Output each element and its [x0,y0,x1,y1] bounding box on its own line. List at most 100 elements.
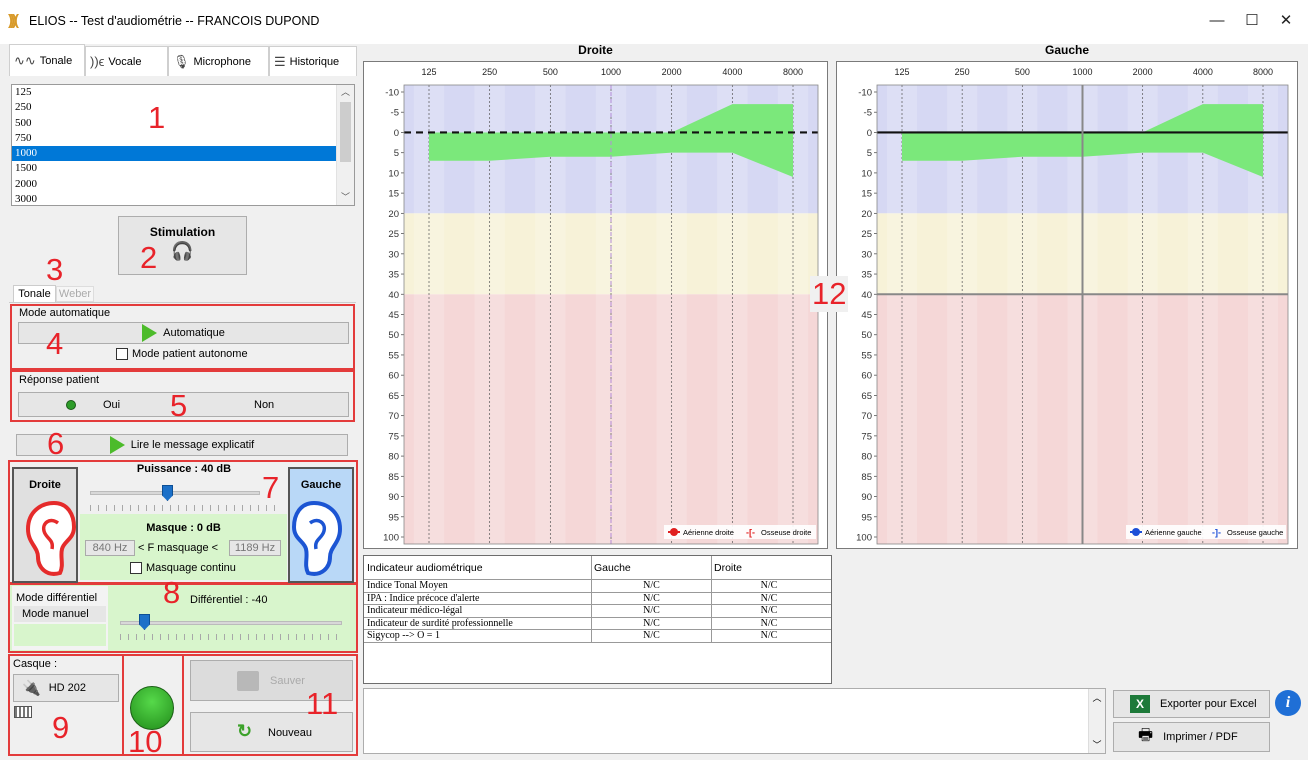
masque-high-field[interactable]: 1189 Hz [229,540,281,556]
y-tick-label: 25 [861,229,872,240]
patient-autonome-checkbox[interactable]: Mode patient autonome [116,348,248,360]
checkbox-label: Mode patient autonome [132,348,248,360]
close-button[interactable]: ✕ [1275,10,1297,32]
frequency-list-item[interactable]: 500 [12,116,354,131]
casque-model: HD 202 [48,682,86,694]
audiogram-droite-svg[interactable]: -10 -5 0 5 10 15 20 25 30 35 40 45 50 55 60 65 70 75 80 85 9… [364,62,827,548]
automatique-button[interactable]: Automatique [18,322,349,344]
y-tick-label: 75 [388,431,399,442]
y-tick-label: 10 [861,168,872,179]
keyboard-icon[interactable] [14,706,32,718]
checkbox-box[interactable] [130,562,142,574]
y-tick-label: 5 [867,148,872,159]
subtab-weber[interactable]: Weber [56,286,94,302]
listbox-scrollbar[interactable]: ︿ ﹀ [336,85,354,205]
y-tick-label: 45 [861,310,872,321]
frequency-list-item[interactable]: 750 [12,131,354,146]
actions-group: Sauver ↻ Nouveau 11 [182,654,358,756]
callout-12: 12 [810,276,849,312]
scroll-up-icon[interactable]: ︿ [337,85,354,98]
differentiel-ticks [120,634,342,640]
x-tick-label: 4000 [1193,67,1213,77]
gauche-ear-button[interactable]: Gauche [288,467,354,583]
notes-scrollbar[interactable]: ︿ ﹀ [1088,689,1105,753]
play-icon [142,324,158,343]
tab-microphone[interactable]: 🎙 Microphone [168,46,269,76]
mode-list-area [14,624,106,646]
audiogram-gauche-svg[interactable]: -10 -5 0 5 10 15 20 25 30 35 40 45 50 55 60 65 70 75 80 85 9… [837,62,1297,548]
scroll-thumb[interactable] [340,102,351,162]
masquage-continu-checkbox[interactable]: Masquage continu [130,562,236,574]
export-excel-button[interactable]: X Exporter pour Excel [1113,690,1270,718]
lire-message-button[interactable]: Lire le message explicatif [16,434,348,456]
printer-icon: 🖶 [1138,726,1154,744]
non-button[interactable]: Non [254,399,274,411]
callout-3: 3 [46,252,64,287]
table-cell: N/C [711,630,826,643]
table-header: Indicateur audiométrique Gauche Droite [364,556,831,580]
right-ear-icon [25,500,77,576]
checkbox-box[interactable] [116,348,128,360]
subtab-tonale[interactable]: Tonale [13,285,56,302]
stimulation-button[interactable]: Stimulation 🎧 [118,216,247,275]
droite-ear-button[interactable]: Droite [12,467,78,583]
x-tick-label: 250 [955,67,970,77]
print-pdf-button[interactable]: 🖶 Imprimer / PDF [1113,722,1270,752]
y-tick-label: -10 [385,88,399,99]
x-tick-label: 8000 [783,67,803,77]
x-tick-label: 2000 [662,67,682,77]
y-tick-label: 90 [861,492,872,503]
differentiel-slider-track[interactable] [120,621,342,625]
table-cell: Indice Tonal Moyen [367,580,448,591]
chart-gauche[interactable]: -10 -5 0 5 10 15 20 25 30 35 40 45 50 55 60 65 70 75 80 85 9… [836,61,1298,549]
list-icon: ☰ [274,53,286,69]
frequency-list-item[interactable]: 3000 [12,192,354,205]
tab-historique[interactable]: ☰ Historique [269,46,357,76]
tab-tonale[interactable]: ∿∿ Tonale [9,44,85,76]
y-tick-label: 15 [861,189,872,200]
tab-label: Historique [289,55,340,68]
frequency-list-item[interactable]: 125 [12,85,354,100]
callout-1: 1 [148,100,166,135]
callout-8: 8 [163,575,181,610]
table-cell: Sigycop --> O = 1 [367,630,440,642]
masque-low-field[interactable]: 840 Hz [85,540,135,556]
gauche-label: Gauche [300,479,342,491]
y-tick-label: 35 [861,270,872,281]
y-tick-label: 40 [861,290,872,301]
frequency-list-item[interactable]: 250 [12,100,354,115]
print-pdf-label: Imprimer / PDF [1163,731,1238,743]
chart-droite[interactable]: -10 -5 0 5 10 15 20 25 30 35 40 45 50 55 60 65 70 75 80 85 9… [363,61,828,549]
speech-icon: ))ϵ [90,54,105,69]
y-tick-label: 80 [388,452,399,463]
frequency-list-item[interactable]: 1500 [12,161,354,176]
scroll-up-icon[interactable]: ︿ [1089,691,1105,704]
tab-vocale[interactable]: ))ϵ Vocale [85,46,168,76]
masque-range-label: < F masquage < [138,542,219,554]
frequency-listbox[interactable]: 125 250 500 750 1000 1500 2000 3000 ︿ ﹀ [11,84,355,206]
frequency-list-item[interactable]: 2000 [12,177,354,192]
callout-9: 9 [52,710,70,745]
minimize-button[interactable]: — [1206,10,1228,32]
oui-button[interactable]: Oui [103,399,120,411]
scroll-down-icon[interactable]: ﹀ [337,190,354,203]
info-icon[interactable]: i [1275,690,1301,716]
mode-manuel-option[interactable]: Mode manuel [14,606,106,622]
puissance-slider-track[interactable] [90,491,260,495]
scroll-down-icon[interactable]: ﹀ [1089,738,1105,751]
y-tick-label: 70 [861,411,872,422]
app-logo-icon: )))( [8,12,19,29]
frequency-list-item[interactable]: 1000 [12,146,354,162]
legend-label: Osseuse droite [761,528,811,537]
maximize-button[interactable]: ☐ [1241,10,1263,32]
chart-droite-title: Droite [578,43,613,57]
notes-textarea[interactable]: ︿ ﹀ [363,688,1106,754]
play-icon [109,436,125,455]
y-tick-label: 55 [861,350,872,361]
table-cell: N/C [591,580,711,592]
casque-select-button[interactable]: 🔌 HD 202 [13,674,119,702]
x-tick-label: 500 [543,67,558,77]
callout-10: 10 [128,724,163,759]
y-tick-label: 90 [388,492,399,503]
y-tick-label: 80 [861,452,872,463]
